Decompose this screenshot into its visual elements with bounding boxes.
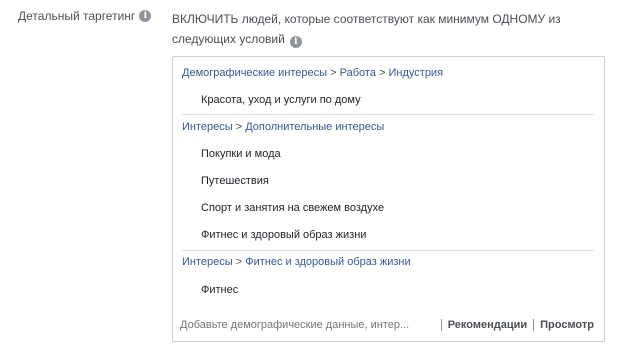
targeting-footer: Рекомендации Просмотр: [173, 309, 604, 341]
browse-button[interactable]: Просмотр: [540, 319, 594, 331]
path-link[interactable]: Индустрия: [389, 67, 444, 79]
targeting-description-text: ВКЛЮЧИТЬ людей, которые соответствуют ка…: [172, 12, 561, 46]
path-separator: >: [235, 121, 243, 133]
targeting-item[interactable]: Путешествия: [201, 175, 269, 187]
detailed-targeting-label-row: Детальный таргетинг i: [18, 9, 152, 23]
recommendations-button[interactable]: Рекомендации: [448, 319, 527, 331]
targeting-item[interactable]: Фитнес и здоровый образ жизни: [201, 229, 366, 241]
footer-separator: [533, 319, 535, 331]
footer-separator: [440, 319, 442, 331]
path-separator: >: [235, 256, 243, 268]
divider: [182, 114, 594, 115]
targeting-item[interactable]: Фитнес: [201, 284, 238, 296]
path-link[interactable]: Интересы: [182, 256, 233, 268]
path-link[interactable]: Фитнес и здоровый образ жизни: [245, 256, 410, 268]
targeting-item[interactable]: Красота, уход и услуги по дому: [201, 94, 361, 106]
targeting-item[interactable]: Покупки и мода: [201, 148, 281, 160]
path-separator: >: [379, 67, 386, 79]
path-link[interactable]: Дополнительные интересы: [245, 121, 384, 133]
targeting-item[interactable]: Спорт и занятия на свежем воздухе: [201, 202, 384, 214]
group-path: Демографические интересы > Работа > Инду…: [182, 67, 443, 79]
divider: [182, 250, 594, 251]
targeting-search-input[interactable]: [173, 318, 435, 332]
group-path: Интересы > Фитнес и здоровый образ жизни: [182, 256, 411, 268]
targeting-description: ВКЛЮЧИТЬ людей, которые соответствуют ка…: [172, 9, 592, 49]
path-link[interactable]: Интересы: [182, 121, 233, 133]
path-link[interactable]: Демографические интересы: [182, 67, 327, 79]
targeting-box: Демографические интересы > Работа > Инду…: [172, 56, 605, 342]
group-path: Интересы > Дополнительные интересы: [182, 121, 384, 133]
info-icon[interactable]: i: [139, 10, 152, 22]
detailed-targeting-label: Детальный таргетинг: [18, 9, 136, 23]
path-separator: >: [330, 67, 337, 79]
info-icon[interactable]: i: [289, 36, 302, 48]
path-link[interactable]: Работа: [340, 67, 376, 79]
